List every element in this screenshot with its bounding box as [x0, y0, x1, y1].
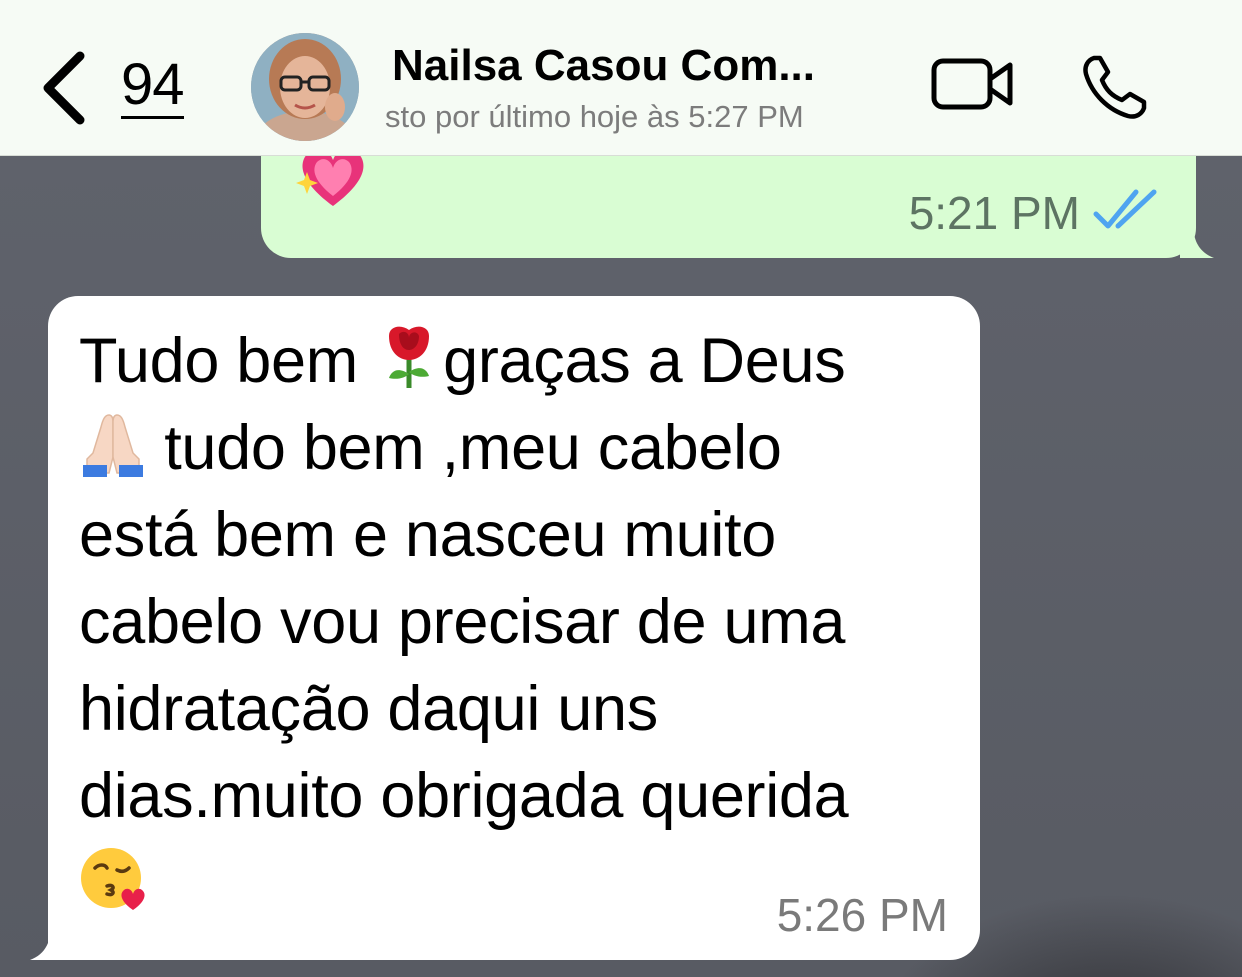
avatar-photo-icon [251, 33, 359, 141]
message-line-text: graças a Deus [443, 326, 846, 396]
phone-icon[interactable] [1080, 52, 1150, 122]
video-call-icon[interactable] [930, 55, 1016, 115]
message-text: Tudo bem graças a Deus tudo bem ,meu cab… [79, 318, 959, 927]
chat-header: 94 Nailsa Casou Com... sto por último ho… [0, 0, 1242, 156]
folded-hands-emoji-icon [83, 414, 143, 477]
message-line-text: Tudo bem [79, 326, 376, 396]
last-seen-status: sto por último hoje às 5:27 PM [385, 99, 804, 134]
message-line: Tudo bem graças a Deus [79, 318, 959, 405]
message-line: tudo bem ,meu cabelo [79, 405, 959, 492]
kissing-face-heart-emoji-icon [81, 848, 145, 910]
incoming-message-bubble[interactable]: Tudo bem graças a Deus tudo bem ,meu cab… [30, 296, 980, 960]
contact-name[interactable]: Nailsa Casou Com... [392, 42, 902, 90]
message-time: 5:26 PM [776, 889, 948, 941]
chevron-left-icon[interactable] [38, 50, 90, 126]
double-check-icon [1093, 189, 1157, 229]
bubble-tail [30, 924, 64, 960]
message-line-text: tudo bem ,meu cabelo [147, 413, 782, 483]
rose-emoji-icon [389, 326, 430, 388]
contact-avatar[interactable] [251, 33, 359, 141]
message-line: está bem e nasceu muito [79, 500, 776, 570]
message-line: hidratação daqui uns [79, 674, 658, 744]
message-line: dias.muito obrigada querida [79, 761, 849, 831]
message-line: cabelo vou precisar de uma [79, 587, 846, 657]
bubble-tail [1180, 222, 1214, 258]
message-time: 5:21 PM [908, 187, 1080, 239]
unread-count-link[interactable]: 94 [121, 56, 185, 119]
